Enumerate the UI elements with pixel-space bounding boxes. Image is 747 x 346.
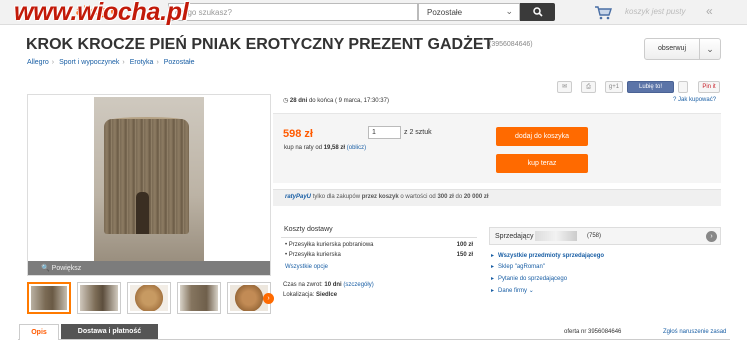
thumbnail[interactable] (77, 282, 121, 314)
breadcrumb-separator: › (51, 59, 55, 66)
seller-rating: (758) (587, 233, 602, 239)
breadcrumb: Allegro › Sport i wypoczynek › Erotyka › Po… (27, 59, 194, 66)
shipping-box: Koszty dostawy • Przesyłka kurierska pob… (281, 218, 477, 270)
thumbnail[interactable] (27, 282, 71, 314)
tab-divider (18, 339, 730, 340)
offer-id: (3956084646) (489, 41, 533, 48)
breadcrumb-item[interactable]: Sport i wypoczynek (59, 59, 119, 66)
search-icon (532, 7, 543, 17)
seller-box[interactable]: Sprzedający (758) › (489, 227, 721, 245)
zoom-bar[interactable]: 🔍 Powiększ (28, 261, 270, 275)
clock-icon: ◷ (283, 98, 289, 104)
seller-all-items-link[interactable]: Wszystkie przedmioty sprzedającego (491, 252, 604, 259)
report-link[interactable]: Zgłoś naruszenie zasad (663, 329, 726, 335)
calculate-link[interactable]: (oblicz) (347, 145, 366, 151)
company-data-link[interactable]: Dane firmy ⌄ (491, 287, 534, 294)
quantity-input[interactable]: 1 (368, 126, 401, 139)
return-time: Czas na zwrot: 10 dni (szczegóły) (283, 282, 374, 288)
ask-seller-link[interactable]: Pytanie do sprzedającego (491, 275, 567, 282)
seller-shop-link[interactable]: Sklep "agRoman" (491, 263, 545, 270)
help-icon: ? (673, 97, 677, 103)
add-to-cart-button[interactable]: dodaj do koszyka (496, 127, 588, 146)
end-days: 28 dni (289, 98, 308, 104)
end-details: do końca ( 9 marca, 17:30:37) (308, 98, 389, 104)
breadcrumb-item[interactable]: Pozostałe (164, 59, 195, 66)
search-button[interactable] (520, 3, 555, 21)
breadcrumb-separator: › (122, 59, 125, 66)
print-icon[interactable]: ⎙ (581, 81, 596, 93)
collapse-icon[interactable]: « (706, 4, 713, 18)
installments-banner: ratyPayU tylko dla zakupów przez koszyk … (273, 189, 721, 206)
how-to-buy-link[interactable]: ? Jak kupować? (673, 97, 716, 103)
chevron-down-icon: ⌄ (528, 288, 534, 294)
zoom-label: 🔍 Powiększ (41, 265, 82, 272)
payu-logo: ratyPayU (285, 194, 312, 200)
main-product-image[interactable]: 🔍 Powiększ (27, 94, 271, 276)
search-input[interactable]: czego szukasz? (168, 3, 418, 21)
stump-photo (94, 97, 204, 261)
watermark: www.wiocha.pl (14, 0, 189, 26)
buy-box: 598 zł 1 z 2 sztuk kup na raty od 19,58 … (273, 113, 721, 183)
shipping-row: • Przesyłka kurierska 150 zł (285, 252, 473, 258)
email-share-icon[interactable]: ✉ (557, 81, 572, 93)
price: 598 zł (283, 128, 313, 140)
seller-label: Sprzedający (495, 233, 534, 240)
thumbnail[interactable] (177, 282, 221, 314)
all-shipping-options-link[interactable]: Wszystkie opcje (285, 264, 328, 270)
shipping-title: Koszty dostawy (284, 226, 333, 233)
cart-status[interactable]: koszyk jest pusty (625, 7, 685, 16)
seller-name-blurred (535, 231, 577, 241)
breadcrumb-item[interactable]: Allegro (27, 59, 49, 66)
pinterest-button[interactable]: Pin it (698, 81, 720, 93)
location: Lokalizacja: Siedlce (283, 292, 338, 298)
divider (281, 237, 477, 238)
breadcrumb-item[interactable]: Erotyka (130, 59, 154, 66)
tab-description[interactable]: Opis (19, 324, 59, 340)
facebook-like-button[interactable]: Lubię to! (627, 81, 674, 93)
return-and-location: Czas na zwrot: 10 dni (szczegóły) Lokali… (283, 280, 374, 300)
end-time: ◷ 28 dni do końca ( 9 marca, 17:30:37) (283, 97, 389, 104)
installment-info: kup na raty od 19,58 zł (oblicz) (284, 145, 367, 151)
category-value: Pozostałe (427, 8, 463, 17)
tab-shipping-payment[interactable]: Dostawa i płatność (61, 324, 158, 339)
like-count (678, 81, 688, 93)
category-select[interactable]: Pozostałe ⌄ (418, 3, 520, 21)
chevron-down-icon: ⌄ (505, 6, 513, 16)
gplus-button[interactable]: g+1 (605, 81, 623, 93)
buy-now-button[interactable]: kup teraz (496, 154, 588, 173)
chevron-down-icon: ⌄ (706, 44, 714, 54)
watch-button[interactable]: obserwuj (644, 38, 700, 60)
details-link[interactable]: (szczegóły) (343, 282, 373, 288)
stump-gap (136, 192, 149, 234)
chevron-right-icon[interactable]: › (706, 231, 717, 242)
chevron-right-icon[interactable]: › (263, 293, 274, 304)
shipping-row: • Przesyłka kurierska pobraniowa 100 zł (285, 242, 473, 248)
offer-number: oferta nr 3956084646 (564, 329, 622, 335)
quantity-available: z 2 sztuk (404, 129, 432, 136)
breadcrumb-separator: › (156, 59, 159, 66)
thumbnail[interactable] (127, 282, 171, 314)
cart-icon[interactable] (594, 4, 612, 20)
watch-dropdown-button[interactable]: ⌄ (700, 38, 721, 60)
page-title: KROK KROCZE PIEŃ PNIAK EROTYCZNY PREZENT… (26, 36, 494, 53)
